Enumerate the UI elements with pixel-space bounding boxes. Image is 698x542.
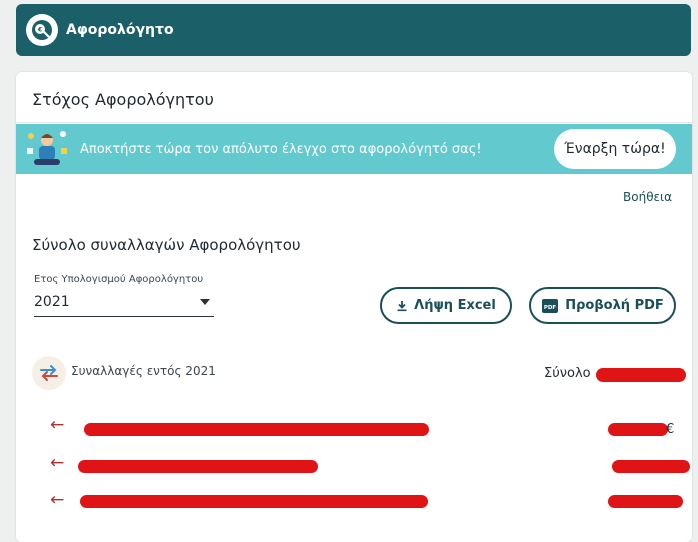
redaction-mark xyxy=(608,495,683,508)
app-header: € Αφορολόγητο xyxy=(16,4,691,56)
redaction-mark xyxy=(80,495,428,508)
arrow-left-icon: ← xyxy=(50,490,65,510)
card-title: Στόχος Αφορολόγητου xyxy=(32,90,214,109)
view-pdf-label: Προβολή PDF xyxy=(565,298,664,313)
promo-banner: Αποκτήστε τώρα τον απόλυτο έλεγχο στο αφ… xyxy=(16,124,692,174)
app-title: Αφορολόγητο xyxy=(66,22,174,38)
view-pdf-button[interactable]: PDF Προβολή PDF xyxy=(529,287,676,324)
redaction-mark xyxy=(84,423,429,436)
arrow-left-icon: ← xyxy=(50,415,65,435)
logo-icon[interactable]: € xyxy=(26,14,58,46)
download-excel-label: Λήψη Excel xyxy=(414,298,496,313)
caret-down-icon xyxy=(200,299,210,305)
redaction-mark xyxy=(596,368,686,382)
tax-free-card: Στόχος Αφορολόγητου Αποκτήστε τώρα τον α… xyxy=(16,72,692,542)
section-title: Σύνολο συναλλαγών Αφορολόγητου xyxy=(32,236,301,254)
year-select-value: 2021 xyxy=(34,294,70,310)
redaction-mark xyxy=(608,423,668,436)
divider xyxy=(16,122,692,123)
svg-text:€: € xyxy=(37,27,42,34)
pdf-icon: PDF xyxy=(542,298,559,313)
pdf-badge-text: PDF xyxy=(544,305,557,311)
year-select[interactable]: 2021 xyxy=(34,290,214,317)
banner-figure-icon xyxy=(27,131,67,165)
banner-text: Αποκτήστε τώρα τον απόλυτο έλεγχο στο αφ… xyxy=(80,141,482,157)
arrow-left-icon: ← xyxy=(50,453,65,473)
row-amount-suffix: € xyxy=(666,422,675,437)
year-field-label: Ετος Υπολογισμού Αφορολόγητου xyxy=(34,274,204,285)
transfer-arrows-icon xyxy=(32,356,66,390)
help-link[interactable]: Βοήθεια xyxy=(623,190,672,204)
download-excel-button[interactable]: Λήψη Excel xyxy=(380,287,512,324)
summary-text: Συναλλαγές εντός 2021 xyxy=(71,364,216,378)
redaction-mark xyxy=(612,460,690,473)
redaction-mark xyxy=(78,460,318,473)
download-icon xyxy=(397,300,407,311)
total-label: Σύνολο xyxy=(544,366,591,381)
start-now-button[interactable]: Έναρξη τώρα! xyxy=(554,129,676,169)
